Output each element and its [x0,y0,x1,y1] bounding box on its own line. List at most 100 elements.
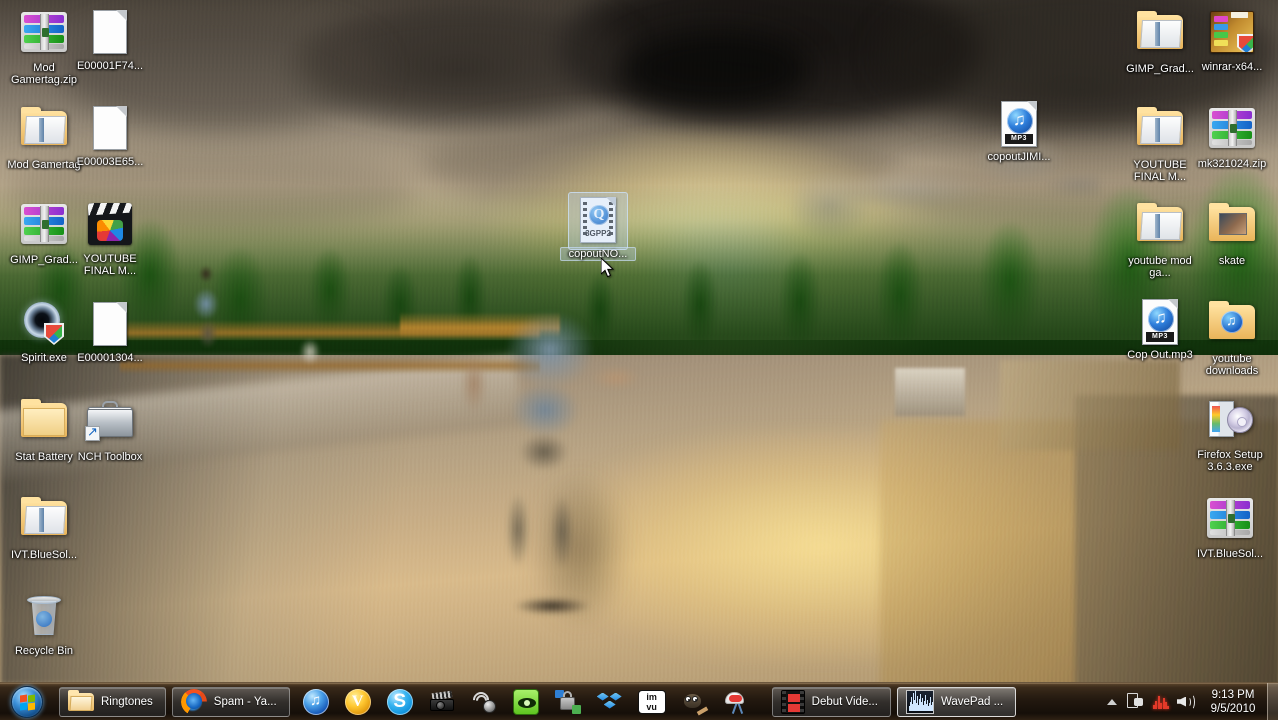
winrar-app-icon [1210,11,1254,53]
desktop-icon-label: E00003E65... [76,156,144,168]
taskbar-window-ringtones[interactable]: Ringtones [59,686,166,717]
taskbar-pin-dropbox[interactable] [590,686,630,718]
desktop-icon-gimp-grad-left[interactable]: GIMP_Grad... [6,200,82,266]
taskbar-pin-gimp[interactable] [674,686,714,718]
desktop-icon-copout-mp3[interactable]: MP3 copoutJIMI... [981,100,1057,163]
desktop-icon-gimp-grad-right[interactable]: GIMP_Grad... [1122,8,1198,75]
desktop-icon-label: IVT.BlueSol... [1196,548,1264,560]
clock-time: 9:13 PM [1211,688,1255,701]
folder-music-icon [1209,301,1255,341]
desktop-icon-e00001304[interactable]: E00001304... [72,300,148,364]
speaker-icon[interactable] [1177,693,1195,710]
desktop-icon-skate[interactable]: skate [1194,200,1270,267]
desktop-icon-label: NCH Toolbox [77,451,143,463]
desktop-icon-firefox-setup[interactable]: Firefox Setup 3.6.3.exe [1192,396,1268,473]
wireless-globe-icon [469,688,497,714]
waveform-icon [905,689,934,714]
video-camera-icon [428,690,456,714]
folder-icon [68,690,94,712]
film-strip-icon [780,689,805,714]
desktop-icon-label: winrar-x64... [1201,61,1263,73]
desktop-icon-label: GIMP_Grad... [1126,63,1194,75]
imvu-icon [637,689,666,714]
folder-icon [1137,107,1183,147]
desktop-icon-mod-gamertag-folder[interactable]: Mod Gamertag [6,104,82,171]
dropbox-icon [596,690,623,714]
desktop-icon-e00001f74[interactable]: E00001F74... [72,8,148,72]
desktop-icon-label: youtube downloads [1205,353,1259,377]
movie-maker-project-icon [88,203,132,245]
taskbar-pin-wireless[interactable] [464,686,504,718]
desktop-icon-youtube-downloads[interactable]: youtube downloads [1194,298,1270,377]
clock[interactable]: 9:13 PM 9/5/2010 [1203,688,1265,716]
taskbar-pin-eye-monitor[interactable] [506,686,546,718]
desktop-icon-mod-gamertag-zip[interactable]: Mod Gamertag.zip [6,8,82,86]
folder-icon [21,107,67,147]
red-level-meter-icon[interactable] [1151,694,1170,710]
padlock-transfer-icon [554,689,581,714]
spirit-app-icon [22,302,66,346]
winrar-archive-icon [21,12,67,52]
desktop-icon-label: IVT.BlueSol... [10,549,78,561]
green-eye-icon [512,688,539,715]
taskbar-items[interactable]: Ringtones Spam - Ya... ♫ V S im vu Debut… [53,686,1101,718]
scissors-icon [723,690,749,714]
windows-orb-icon [11,685,43,718]
desktop-icon-label: E00001F74... [76,60,144,72]
desktop-icon-youtube-final-right[interactable]: YOUTUBE FINAL M... [1122,104,1198,183]
desktop-icon-copout-3gpp[interactable]: 3GPP2copoutNO... [560,192,636,261]
mp3-file-icon: MP3 [1142,299,1178,345]
firefox-setup-icon [1207,399,1253,441]
desktop-icon-youtube-mod-ga[interactable]: youtube mod ga... [1122,200,1198,279]
desktop-icon-youtube-final-left[interactable]: YOUTUBE FINAL M... [72,200,148,277]
desktop-icon-recycle-bin[interactable]: Recycle Bin [6,592,82,657]
desktop-icon-label: copoutJIMI... [987,151,1051,163]
desktop-icon-mk321024-zip[interactable]: mk321024.zip [1194,104,1270,170]
taskbar-window-spam-yahoo[interactable]: Spam - Ya... [171,686,290,717]
clock-date: 9/5/2010 [1210,702,1256,715]
taskbar-pin-file-transfer[interactable] [548,686,588,718]
desktop-icon-label: YOUTUBE FINAL M... [83,253,137,277]
taskbar-window-label: Spam - Ya... [213,695,277,708]
taskbar-window-debut-video[interactable]: Debut Vide... [771,686,891,717]
chevron-up-icon[interactable] [1107,698,1117,705]
desktop-icon-stat-battery[interactable]: Stat Battery [6,396,82,463]
desktop-icon-nch-toolbox[interactable]: NCH Toolbox [72,396,148,463]
document-file-icon [93,10,127,54]
taskbar-window-wavepad[interactable]: WavePad ... [896,686,1017,717]
vuze-icon [344,688,371,715]
winrar-archive-icon [1207,498,1253,538]
desktop-icon-label: Cop Out.mp3 [1127,349,1193,361]
desktop-icon-label: mk321024.zip [1197,158,1267,170]
quicktime-3gpp2-file-icon: 3GPP2 [580,197,616,243]
desktop-icon-label: Stat Battery [15,451,73,463]
taskbar-window-label: WavePad ... [940,695,1004,708]
taskbar-window-label: Ringtones [101,695,153,708]
hand-card-icon[interactable] [1127,693,1143,710]
desktop-icon-label: Firefox Setup 3.6.3.exe [1197,449,1263,473]
document-file-icon [93,302,127,346]
desktop-icon-cop-out-mp3[interactable]: MP3 Cop Out.mp3 [1122,298,1198,361]
itunes-icon [302,688,329,715]
skype-icon [386,688,413,715]
system-tray[interactable]: 9:13 PM 9/5/2010 [1101,683,1267,720]
taskbar-pin-debut-capture[interactable] [422,686,462,718]
show-desktop-button[interactable] [1267,682,1278,720]
desktop-icon-label: Spirit.exe [21,352,67,364]
desktop-icon-label: E00001304... [77,352,143,364]
taskbar-window-label: Debut Vide... [811,695,878,708]
taskbar-pin-imvu[interactable] [632,686,672,718]
folder-icon [21,497,67,537]
desktop-icon-ivt-bluesol-right[interactable]: IVT.BlueSol... [1192,494,1268,560]
taskbar-pin-skype[interactable] [380,686,420,718]
taskbar[interactable]: Ringtones Spam - Ya... ♫ V S im vu Debut… [0,682,1278,720]
taskbar-pin-vuze[interactable] [338,686,378,718]
desktop-icon-ivt-bluesol-left[interactable]: IVT.BlueSol... [6,494,82,561]
desktop-icon-spirit-exe[interactable]: Spirit.exe [6,300,82,364]
desktop-icon-winrar-x64[interactable]: winrar-x64... [1194,8,1270,73]
desktop-icon-e00003e65[interactable]: E00003E65... [72,104,148,168]
taskbar-pin-snipping-tool[interactable] [716,686,756,718]
taskbar-pin-itunes[interactable] [296,686,336,718]
start-button[interactable] [1,684,53,720]
desktop[interactable]: Mod Gamertag.zip E00001F74... Mod Gamertag… [0,0,1278,720]
